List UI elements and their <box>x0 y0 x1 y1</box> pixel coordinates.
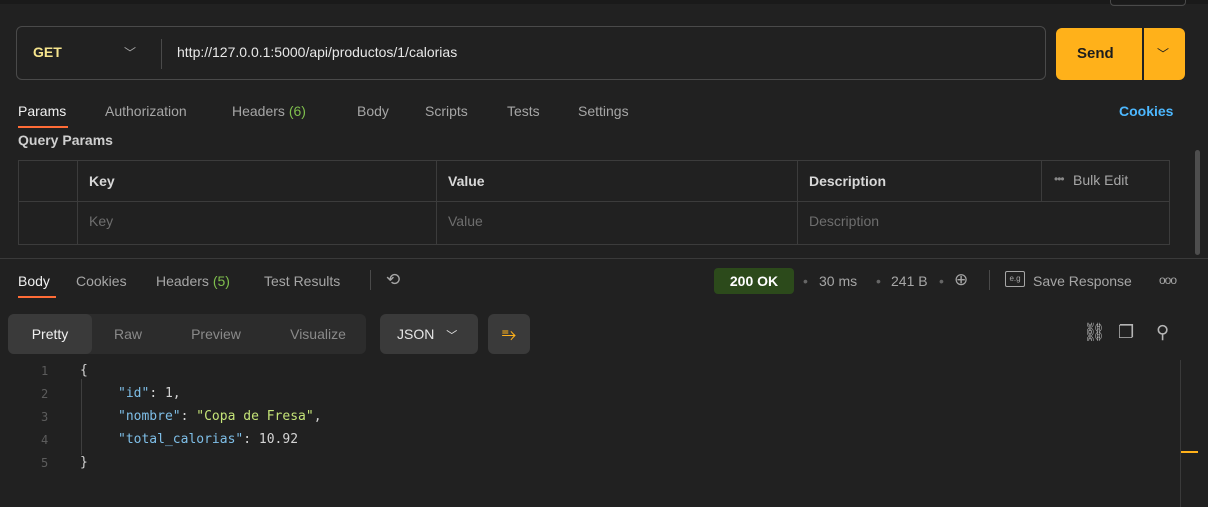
json-value: 10.92 <box>258 432 299 447</box>
column-header-description: Description <box>809 173 887 189</box>
tab-tests[interactable]: Tests <box>507 103 540 119</box>
json-key: "nombre" <box>118 409 181 424</box>
key-input[interactable]: Key <box>89 213 113 229</box>
status-badge[interactable]: 200 OK <box>714 268 794 294</box>
tab-headers[interactable]: Headers (6) <box>232 103 306 119</box>
indent-guide <box>81 379 82 455</box>
tab-headers-label: Headers <box>232 103 285 119</box>
code-line: "total_calorias": 10.92 <box>118 432 299 447</box>
active-tab-indicator <box>18 296 56 298</box>
view-tab-pretty[interactable]: Pretty <box>8 314 92 354</box>
column-divider <box>1041 160 1042 201</box>
tab-response-headers[interactable]: Headers (5) <box>156 273 230 289</box>
tab-body[interactable]: Body <box>357 103 389 119</box>
description-input[interactable]: Description <box>809 213 879 229</box>
column-divider <box>436 160 437 245</box>
globe-icon[interactable]: ⊕ <box>954 270 968 290</box>
send-button-label[interactable]: Send <box>1077 45 1114 62</box>
separator-dot: • <box>803 273 808 289</box>
format-label: JSON <box>397 326 435 342</box>
json-key: "total_calorias" <box>118 432 244 447</box>
history-icon[interactable]: ⟲ <box>386 270 400 290</box>
response-time[interactable]: 30 ms <box>819 273 857 289</box>
tab-response-body[interactable]: Body <box>18 273 50 289</box>
query-params-title: Query Params <box>18 132 113 148</box>
code-line: "nombre": "Copa de Fresa", <box>118 409 322 424</box>
tab-response-headers-label: Headers <box>156 273 209 289</box>
view-tab-preview[interactable]: Preview <box>172 314 260 354</box>
minimap-marker <box>1181 451 1198 453</box>
tab-response-cookies[interactable]: Cookies <box>76 273 127 289</box>
cookies-link[interactable]: Cookies <box>1119 103 1173 119</box>
headers-count: (6) <box>288 103 306 119</box>
value-input[interactable]: Value <box>448 213 483 229</box>
search-icon[interactable]: ⚲ <box>1156 322 1169 343</box>
chevron-down-icon[interactable]: ﹀ <box>124 44 136 61</box>
divider <box>370 270 371 290</box>
response-headers-count: (5) <box>212 273 230 289</box>
tab-authorization[interactable]: Authorization <box>105 103 187 119</box>
line-number: 3 <box>41 410 49 424</box>
tab-settings[interactable]: Settings <box>578 103 629 119</box>
json-value: "Copa de Fresa" <box>196 409 314 424</box>
top-button[interactable] <box>1110 0 1186 6</box>
minimap-track[interactable] <box>1180 360 1181 507</box>
bulk-edit-button[interactable]: Bulk Edit <box>1073 172 1128 188</box>
params-table <box>18 160 1170 245</box>
save-icon[interactable]: e.g <box>1005 271 1025 287</box>
more-icon[interactable]: ••• <box>1054 172 1065 186</box>
divider <box>989 270 990 290</box>
tab-test-results[interactable]: Test Results <box>264 273 340 289</box>
copy-icon[interactable]: ❐ <box>1118 322 1134 343</box>
pane-divider[interactable] <box>0 258 1208 259</box>
json-value: 1 <box>164 386 173 401</box>
column-header-value: Value <box>448 173 485 189</box>
line-number: 2 <box>41 387 49 401</box>
format-select[interactable]: JSON ﹀ <box>380 314 478 354</box>
more-icon[interactable]: ooo <box>1159 273 1177 287</box>
tab-params[interactable]: Params <box>18 103 66 119</box>
column-divider <box>797 160 798 245</box>
save-response-button[interactable]: Save Response <box>1033 273 1132 289</box>
scrollbar[interactable] <box>1195 150 1200 255</box>
request-bar <box>16 26 1046 80</box>
url-input[interactable]: http://127.0.0.1:5000/api/productos/1/ca… <box>177 44 457 60</box>
chevron-down-icon[interactable]: ﹀ <box>1157 45 1169 62</box>
json-brace: { <box>80 363 88 378</box>
active-tab-indicator <box>18 126 68 128</box>
line-number: 4 <box>41 433 49 447</box>
column-header-key: Key <box>89 173 115 189</box>
method-select[interactable]: GET <box>33 44 62 60</box>
top-edge <box>0 0 1208 4</box>
view-tab-visualize[interactable]: Visualize <box>274 314 362 354</box>
divider <box>161 39 162 69</box>
wrap-lines-icon[interactable]: ⥱ <box>488 314 530 354</box>
separator-dot: • <box>939 273 944 289</box>
column-divider <box>77 160 78 245</box>
view-tab-raw[interactable]: Raw <box>96 314 160 354</box>
chevron-down-icon: ﹀ <box>446 330 458 342</box>
code-line: } <box>80 455 88 470</box>
line-number: 5 <box>41 456 49 470</box>
line-number: 1 <box>41 364 49 378</box>
tab-scripts[interactable]: Scripts <box>425 103 468 119</box>
code-line: { <box>80 363 88 378</box>
separator-dot: • <box>876 273 881 289</box>
response-size[interactable]: 241 B <box>891 273 928 289</box>
json-key: "id" <box>118 386 150 401</box>
link-icon[interactable]: ⛓ <box>1083 322 1106 343</box>
table-divider <box>19 201 1169 202</box>
json-brace: } <box>80 455 88 470</box>
code-line: "id": 1, <box>118 386 181 401</box>
